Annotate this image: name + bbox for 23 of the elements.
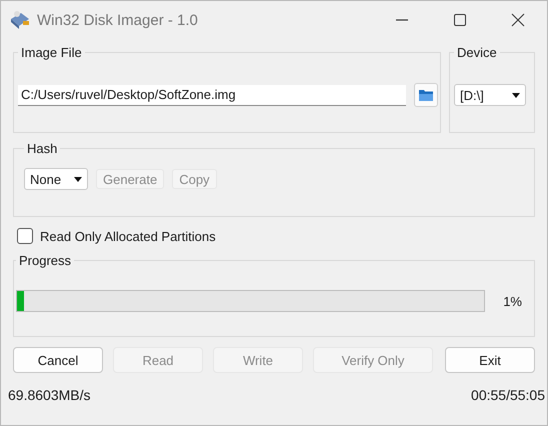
dropdown-arrow-icon	[512, 92, 520, 98]
checkbox-label: Read Only Allocated Partitions	[40, 228, 216, 244]
folder-icon	[418, 88, 434, 102]
minimize-icon	[395, 19, 409, 21]
hash-dropdown[interactable]: None	[24, 168, 88, 190]
action-button[interactable]: Cancel	[13, 347, 103, 373]
app-icon	[9, 9, 31, 31]
action-button[interactable]: Exit	[445, 347, 535, 373]
checkbox[interactable]	[17, 228, 33, 244]
dropdown-arrow-icon	[74, 176, 82, 182]
progress-percent: 1%	[503, 294, 522, 308]
transfer-speed: 69.8603MB/s	[8, 387, 90, 403]
window-title: Win32 Disk Imager - 1.0	[37, 12, 199, 28]
group-label: Progress	[18, 253, 72, 268]
browse-button[interactable]	[414, 83, 438, 107]
group-label: Hash	[26, 141, 58, 156]
device-dropdown[interactable]: [D:\]	[454, 84, 526, 106]
maximize-icon	[453, 13, 467, 27]
group-label: Image File	[20, 45, 83, 60]
file-path-field[interactable]: C:/Users/ruvel/Desktop/SoftZone.img	[18, 84, 406, 106]
close-icon	[511, 13, 525, 27]
group-label: Device	[456, 45, 498, 60]
elapsed-time: 00:55/55:05	[471, 387, 545, 403]
